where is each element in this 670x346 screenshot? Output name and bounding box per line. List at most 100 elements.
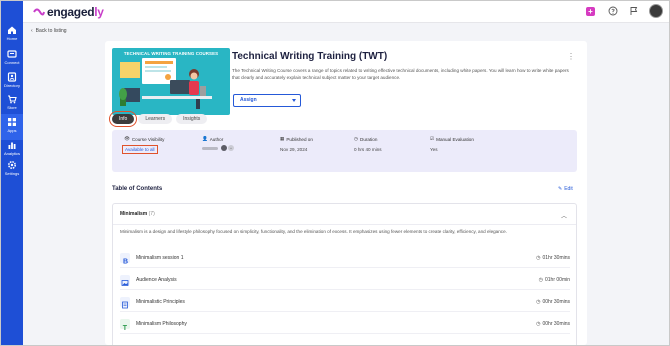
logo-text: engagedly — [47, 5, 104, 19]
back-label: Back to listing — [35, 28, 67, 34]
apps-icon — [8, 118, 16, 126]
sidebar: Home Connect Directory Store Apps Analyt… — [1, 1, 23, 345]
clock-icon: ◷ — [536, 321, 541, 327]
store-icon — [8, 95, 17, 104]
divider — [120, 311, 570, 312]
lesson-name: Audience Analysis — [136, 277, 177, 283]
course-banner-image: TECHNICAL WRITING TRAINING COURSES — [112, 48, 230, 115]
user-avatar[interactable] — [649, 4, 663, 18]
published-value: Nov 29, 2024 — [280, 147, 308, 152]
toc-section: Minimalism (7) ︿ Minimalism is a design … — [112, 203, 577, 345]
chevron-down-icon — [292, 99, 296, 102]
evaluation-meta: ☑ Manual Evaluation Yes — [430, 136, 474, 152]
engagedly-logo[interactable]: engagedly — [33, 5, 104, 19]
app-window: Home Connect Directory Store Apps Analyt… — [1, 1, 669, 345]
person-icon: 👤 — [202, 136, 208, 141]
logo-accent-text: ly — [94, 5, 104, 19]
lesson-name: Minimalism session 1 — [136, 255, 184, 261]
directory-icon — [7, 72, 17, 82]
lesson-duration-value: 00hr 30mins — [542, 321, 570, 327]
logo-mark-icon — [33, 8, 45, 16]
section-name: Minimalism — [120, 211, 148, 217]
edit-label: Edit — [564, 186, 573, 192]
tab-learners[interactable]: Learners — [138, 114, 173, 124]
lesson-duration-value: 01hr 30mins — [542, 255, 570, 261]
logo-main-text: engaged — [47, 5, 95, 19]
sidebar-item-label: Home — [6, 36, 18, 41]
chevron-left-icon: ‹ — [31, 28, 33, 34]
back-to-listing-link[interactable]: ‹ Back to listing — [31, 28, 67, 34]
course-description: The Technical Writing Course covers a ra… — [232, 68, 569, 80]
list-item[interactable]: T Minimalism Philosophy ◷ 00hr 30mins — [120, 317, 570, 332]
more-options-icon[interactable]: ⋮ — [567, 52, 575, 61]
visibility-label: Course Visibility — [131, 136, 165, 142]
author-avatar[interactable] — [221, 145, 227, 151]
svg-text:B: B — [123, 259, 128, 266]
author-label: Author — [209, 136, 224, 142]
list-item[interactable]: B Minimalism session 1 ◷ 01hr 30mins — [120, 251, 570, 266]
lesson-duration: ◷ 00hr 30mins — [536, 299, 570, 305]
duration-meta: ◷ Duration 0 hrs 40 mins — [354, 136, 382, 152]
course-title: Technical Writing Training (TWT) — [232, 51, 388, 62]
duration-label: Duration — [360, 136, 378, 142]
home-icon — [8, 26, 16, 34]
tab-info[interactable]: Info — [108, 111, 138, 127]
lesson-duration: ◷ 01hr 30mins — [536, 255, 570, 261]
divider — [120, 267, 570, 268]
divider — [113, 224, 576, 225]
clock-icon: ◷ — [536, 255, 541, 261]
add-icon[interactable]: + — [586, 7, 595, 16]
course-meta-panel: 👁 Course Visibility Available to all 👤 Aut… — [112, 130, 577, 172]
list-item[interactable]: Audience Analysis ◷ 01hr 00min — [120, 273, 570, 287]
sidebar-item-label: Analytics — [3, 151, 20, 156]
section-title[interactable]: Minimalism (7) — [120, 211, 155, 217]
list-item[interactable]: Minimalistic Principles ◷ 00hr 30mins — [120, 295, 570, 309]
sidebar-item-label: Connect — [4, 60, 20, 65]
banner-illustration — [119, 58, 212, 109]
sidebar-item-settings[interactable]: Settings — [1, 160, 23, 186]
checklist-icon: ☑ — [430, 136, 435, 141]
sidebar-item-label: Store — [7, 105, 17, 110]
sidebar-item-apps[interactable]: Apps — [1, 114, 23, 140]
sidebar-item-home[interactable]: Home — [1, 25, 23, 51]
toc-heading: Table of Contents — [112, 186, 163, 192]
svg-text:T: T — [123, 325, 128, 332]
assign-dropdown[interactable]: Assign — [233, 94, 301, 107]
clock-icon: ◷ — [536, 299, 541, 305]
sidebar-item-label: Directory — [3, 83, 20, 88]
visibility-value-link[interactable]: Available to all — [122, 145, 158, 154]
published-label: Published on — [286, 136, 313, 142]
tab-insights[interactable]: Insights — [176, 114, 208, 124]
eye-icon: 👁 — [124, 136, 130, 141]
course-card: TECHNICAL WRITING TRAINING COURSES Techn… — [105, 41, 587, 345]
flag-icon[interactable] — [629, 6, 639, 16]
top-bar: engagedly + — [23, 1, 669, 23]
assign-label: Assign — [240, 97, 257, 103]
lesson-duration: ◷ 01hr 00min — [539, 277, 570, 283]
published-meta: ▦ Published on Nov 29, 2024 — [280, 136, 313, 152]
lesson-duration-value: 00hr 30mins — [542, 299, 570, 305]
evaluation-label: Manual Evaluation — [436, 136, 474, 142]
section-count: (7) — [148, 211, 155, 217]
more-authors-badge[interactable]: + — [228, 145, 234, 151]
chevron-up-icon[interactable]: ︿ — [561, 211, 567, 220]
clock-icon: ◷ — [354, 136, 359, 141]
document-icon — [120, 297, 130, 309]
pencil-icon: ✎ — [558, 186, 563, 192]
visibility-meta: 👁 Course Visibility Available to all — [122, 136, 165, 154]
help-icon[interactable] — [608, 6, 618, 16]
divider — [120, 289, 570, 290]
edit-toc-button[interactable]: ✎ Edit — [558, 186, 573, 192]
author-meta: 👤 Author + — [202, 136, 234, 151]
evaluation-value: Yes — [430, 147, 438, 152]
lesson-duration-value: 01hr 00min — [544, 277, 570, 283]
bold-text-icon: B — [120, 253, 130, 266]
divider — [120, 333, 570, 334]
sidebar-item-label: Settings — [4, 171, 20, 176]
course-tabs: Info Learners Insights — [108, 111, 208, 127]
connect-icon — [7, 50, 17, 58]
lesson-duration: ◷ 00hr 30mins — [536, 321, 570, 327]
calendar-icon: ▦ — [280, 136, 285, 141]
author-name-redacted — [202, 146, 218, 150]
lesson-name: Minimalism Philosophy — [136, 321, 187, 327]
